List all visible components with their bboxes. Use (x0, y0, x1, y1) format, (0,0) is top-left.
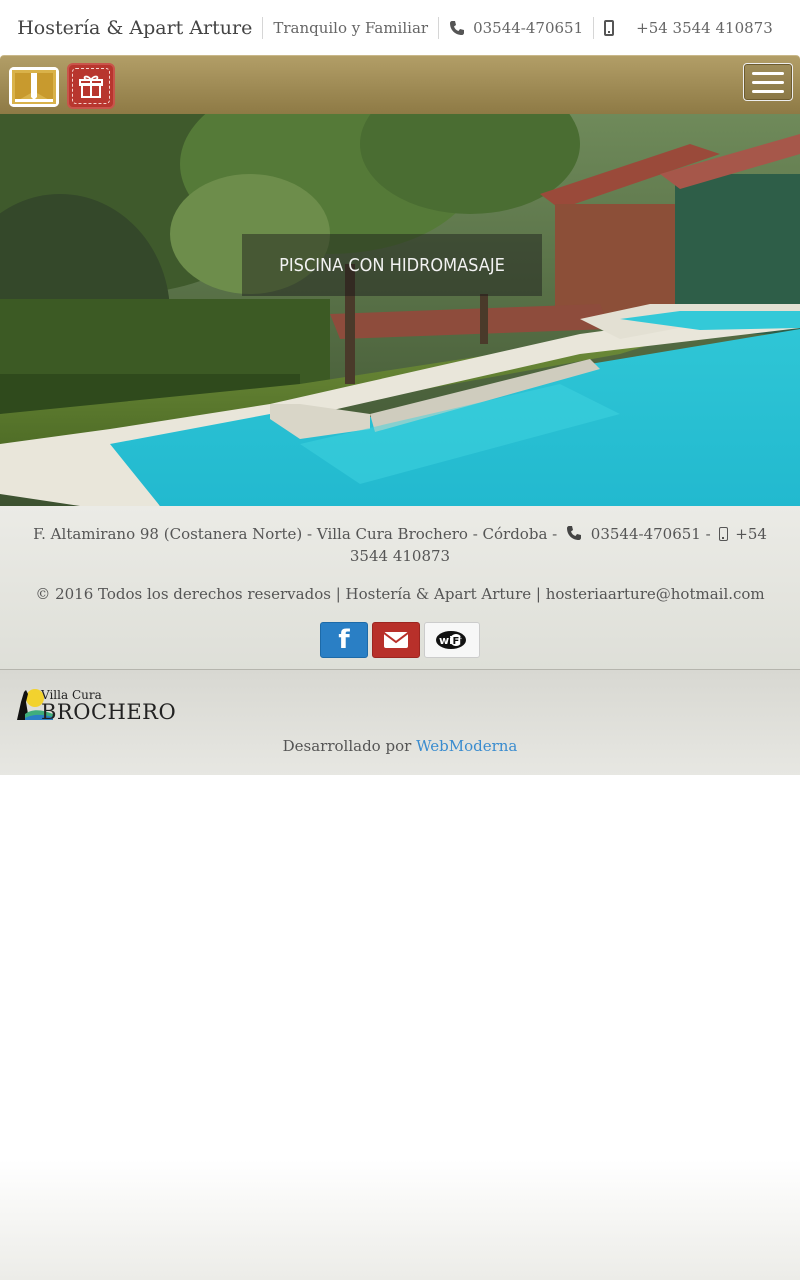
facebook-button[interactable]: f (320, 622, 368, 658)
pool-photo (0, 114, 800, 506)
sub-footer: Villa Cura BROCHERO Desarrollado por Web… (0, 669, 800, 775)
logo-big-text: BROCHERO (41, 700, 177, 724)
phone-icon (450, 21, 465, 35)
wifi-button[interactable]: wi Fi (424, 622, 480, 658)
developer-link[interactable]: WebModerna (416, 737, 517, 755)
tagline: Tranquilo y Familiar (262, 17, 438, 39)
phone-icon (567, 526, 582, 540)
mobile-phone-icon (719, 527, 729, 541)
gift-button[interactable] (67, 63, 115, 109)
hamburger-line (752, 71, 784, 75)
hero-slider[interactable]: PISCINA CON HIDROMASAJE (0, 114, 800, 506)
footer-phone[interactable]: 03544-470651 (591, 525, 701, 543)
mobile-info[interactable]: +54 3544 410873 (593, 17, 783, 39)
mobile-number: +54 3544 410873 (636, 19, 773, 37)
copyright: © 2016 Todos los derechos reservados | H… (35, 585, 765, 603)
footer: F. Altamirano 98 (Costanera Norte) - Vil… (0, 506, 800, 670)
address-text: F. Altamirano 98 (Costanera Norte) - Vil… (33, 525, 558, 543)
top-info-bar: Hostería & Apart Arture Tranquilo y Fami… (0, 0, 800, 56)
tagline-text: Tranquilo y Familiar (273, 19, 429, 37)
developer-credit: Desarrollado por WebModerna (0, 737, 800, 755)
email-button[interactable] (372, 622, 420, 658)
villa-cura-brochero-logo[interactable]: Villa Cura BROCHERO (15, 686, 176, 724)
wifi-icon: wi Fi (436, 631, 466, 649)
phone-number: 03544-470651 (473, 19, 584, 37)
hotel-logo-icon (9, 67, 59, 107)
phone-info[interactable]: 03544-470651 (438, 17, 593, 39)
facebook-icon: f (338, 625, 350, 655)
site-title[interactable]: Hostería & Apart Arture (17, 17, 262, 39)
slide-caption: PISCINA CON HIDROMASAJE (242, 234, 542, 296)
social-links: f wi Fi (0, 622, 800, 658)
main-navbar (0, 55, 800, 115)
slide-caption-text: PISCINA CON HIDROMASAJE (279, 254, 505, 276)
address-line: F. Altamirano 98 (Costanera Norte) - Vil… (20, 523, 780, 567)
mobile-phone-icon (604, 20, 615, 36)
hamburger-line (752, 80, 784, 84)
home-logo-button[interactable] (9, 67, 59, 107)
hamburger-line (752, 89, 784, 93)
footer-separator: - (705, 525, 711, 543)
email-icon (383, 632, 409, 648)
hamburger-menu-button[interactable] (743, 63, 793, 101)
developed-by-text: Desarrollado por (282, 737, 412, 755)
gift-icon (79, 75, 103, 98)
svg-text:Fi: Fi (453, 636, 463, 647)
